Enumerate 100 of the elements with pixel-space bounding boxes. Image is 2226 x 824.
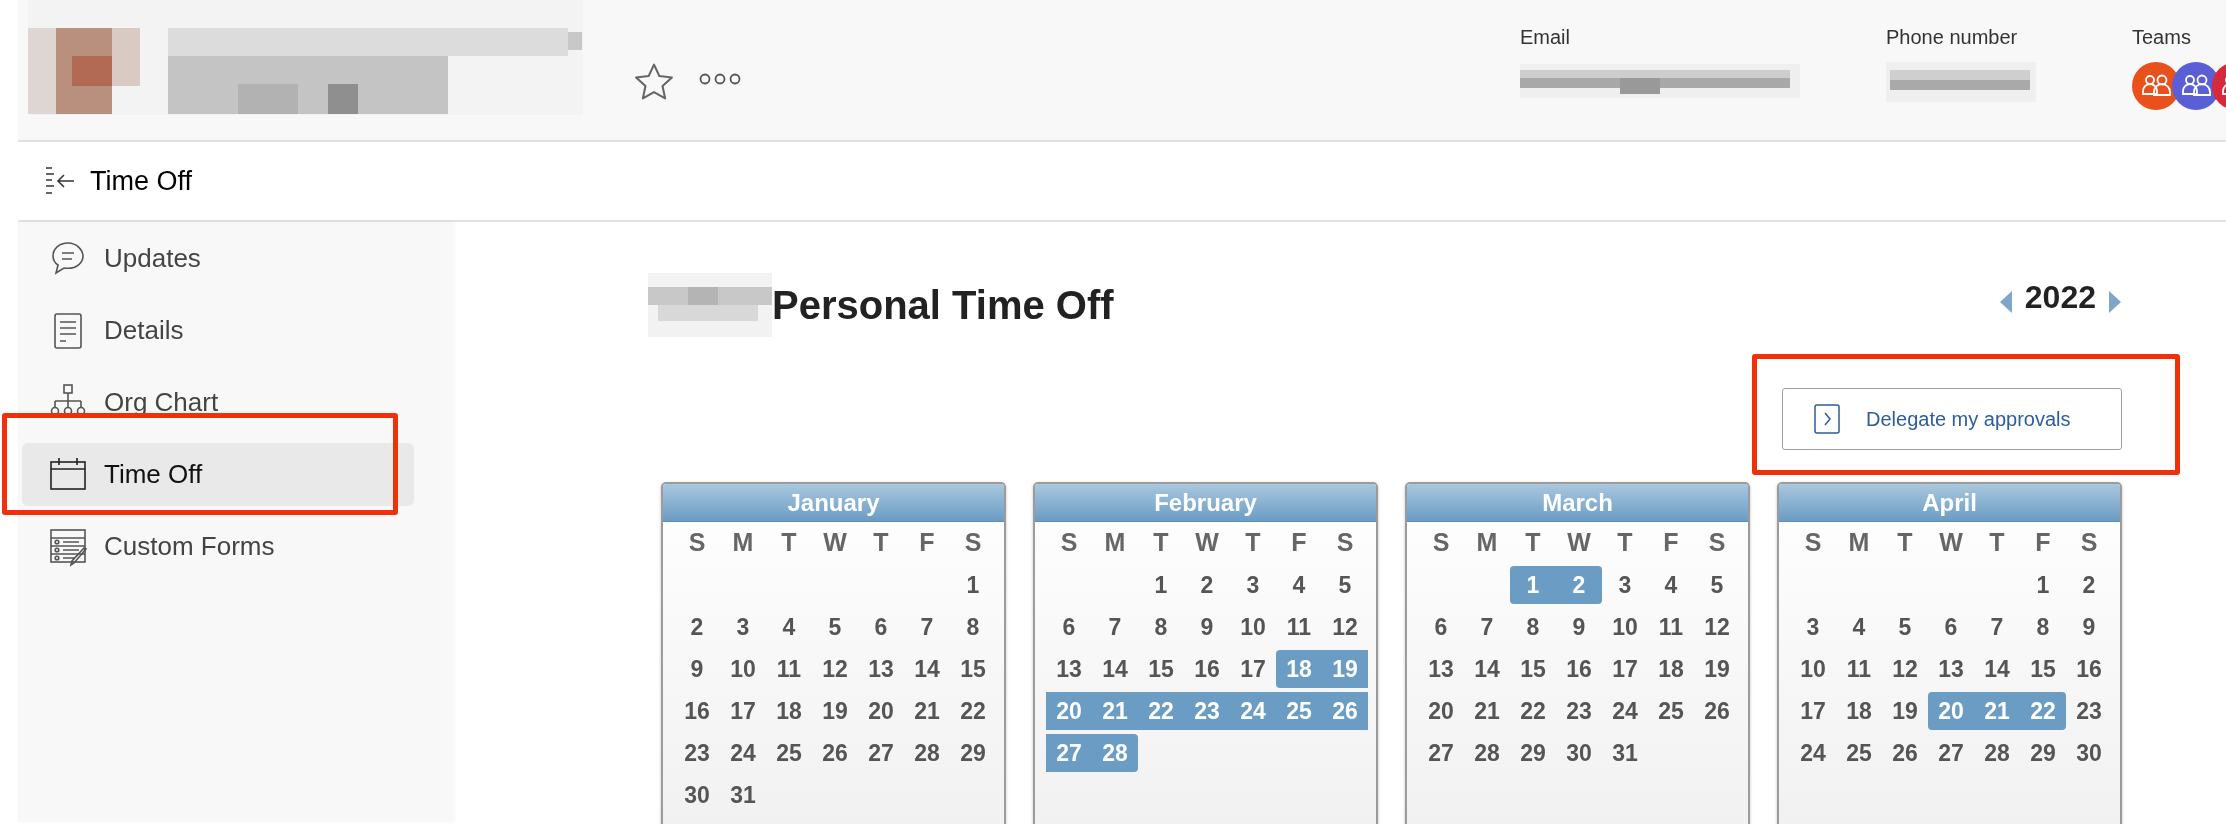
- calendar-day[interactable]: 14: [1974, 650, 2020, 688]
- calendar-day[interactable]: 29: [950, 734, 996, 772]
- calendar-day[interactable]: 13: [1928, 650, 1974, 688]
- calendar-day[interactable]: 4: [1276, 566, 1322, 604]
- calendar-day[interactable]: 5: [1882, 608, 1928, 646]
- calendar-day[interactable]: 7: [1464, 608, 1510, 646]
- calendar-day[interactable]: 10: [1602, 608, 1648, 646]
- calendar-day[interactable]: 7: [1092, 608, 1138, 646]
- calendar-day[interactable]: 12: [1694, 608, 1740, 646]
- calendar-day[interactable]: 1: [1138, 566, 1184, 604]
- calendar-day[interactable]: 19: [1882, 692, 1928, 730]
- calendar-day[interactable]: 28: [904, 734, 950, 772]
- calendar-day[interactable]: 18: [1648, 650, 1694, 688]
- calendar-day[interactable]: 8: [950, 608, 996, 646]
- calendar-day[interactable]: 30: [2066, 734, 2112, 772]
- calendar-day[interactable]: 5: [1694, 566, 1740, 604]
- calendar-day[interactable]: 9: [1184, 608, 1230, 646]
- calendar-day[interactable]: 16: [1184, 650, 1230, 688]
- calendar-day[interactable]: 28: [1974, 734, 2020, 772]
- calendar-day[interactable]: 6: [1418, 608, 1464, 646]
- calendar-day[interactable]: 11: [766, 650, 812, 688]
- calendar-day[interactable]: 17: [1790, 692, 1836, 730]
- calendar-day[interactable]: 7: [1974, 608, 2020, 646]
- collapse-sidebar-icon[interactable]: [44, 166, 76, 196]
- calendar-day[interactable]: 8: [1510, 608, 1556, 646]
- calendar-day[interactable]: 3: [1230, 566, 1276, 604]
- calendar-day[interactable]: 17: [1230, 650, 1276, 688]
- calendar-day[interactable]: 11: [1836, 650, 1882, 688]
- calendar-day[interactable]: 15: [950, 650, 996, 688]
- calendar-day[interactable]: 18: [1836, 692, 1882, 730]
- calendar-day[interactable]: 8: [2020, 608, 2066, 646]
- calendar-day[interactable]: 16: [674, 692, 720, 730]
- calendar-day[interactable]: 1: [950, 566, 996, 604]
- calendar-day[interactable]: 30: [674, 776, 720, 814]
- calendar-day[interactable]: 10: [720, 650, 766, 688]
- calendar-day[interactable]: 6: [1046, 608, 1092, 646]
- calendar-day[interactable]: 9: [674, 650, 720, 688]
- sidebar-item[interactable]: Details: [22, 299, 414, 362]
- calendar-day[interactable]: 30: [1556, 734, 1602, 772]
- sidebar-item[interactable]: Updates: [22, 227, 414, 290]
- calendar-day[interactable]: 12: [812, 650, 858, 688]
- calendar-day[interactable]: 20: [1418, 692, 1464, 730]
- calendar-day[interactable]: 17: [720, 692, 766, 730]
- calendar-day[interactable]: 11: [1276, 608, 1322, 646]
- calendar-day[interactable]: 25: [1648, 692, 1694, 730]
- calendar-day[interactable]: 29: [1510, 734, 1556, 772]
- calendar-day[interactable]: 3: [720, 608, 766, 646]
- calendar-day[interactable]: 2: [2066, 566, 2112, 604]
- calendar-day[interactable]: 4: [766, 608, 812, 646]
- calendar-day[interactable]: 28: [1464, 734, 1510, 772]
- calendar-day[interactable]: 13: [1418, 650, 1464, 688]
- calendar-day[interactable]: 9: [2066, 608, 2112, 646]
- calendar-day[interactable]: 3: [1602, 566, 1648, 604]
- calendar-day[interactable]: 13: [1046, 650, 1092, 688]
- calendar-day[interactable]: 18: [766, 692, 812, 730]
- next-year-icon[interactable]: [2108, 290, 2122, 314]
- calendar-day[interactable]: 27: [1928, 734, 1974, 772]
- calendar-day[interactable]: 12: [1322, 608, 1368, 646]
- calendar-day[interactable]: 10: [1230, 608, 1276, 646]
- calendar-day[interactable]: 9: [1556, 608, 1602, 646]
- calendar-day[interactable]: 23: [674, 734, 720, 772]
- calendar-day[interactable]: 23: [1556, 692, 1602, 730]
- calendar-day[interactable]: 24: [1790, 734, 1836, 772]
- calendar-day[interactable]: 24: [1602, 692, 1648, 730]
- calendar-day[interactable]: 31: [720, 776, 766, 814]
- calendar-day[interactable]: 21: [1464, 692, 1510, 730]
- calendar-day[interactable]: 26: [1694, 692, 1740, 730]
- calendar-day[interactable]: 22: [950, 692, 996, 730]
- calendar-day[interactable]: 21: [904, 692, 950, 730]
- calendar-day[interactable]: 4: [1648, 566, 1694, 604]
- calendar-day[interactable]: 23: [2066, 692, 2112, 730]
- calendar-day[interactable]: 26: [812, 734, 858, 772]
- delegate-button[interactable]: Delegate my approvals: [1782, 388, 2122, 450]
- calendar-day[interactable]: 19: [1694, 650, 1740, 688]
- calendar-day[interactable]: 5: [812, 608, 858, 646]
- star-icon[interactable]: [633, 62, 675, 102]
- calendar-day[interactable]: 3: [1790, 608, 1836, 646]
- calendar-day[interactable]: 4: [1836, 608, 1882, 646]
- calendar-day[interactable]: 26: [1882, 734, 1928, 772]
- calendar-day[interactable]: 13: [858, 650, 904, 688]
- calendar-day[interactable]: 25: [1836, 734, 1882, 772]
- calendar-day[interactable]: 14: [904, 650, 950, 688]
- calendar-day[interactable]: 10: [1790, 650, 1836, 688]
- calendar-day[interactable]: 24: [720, 734, 766, 772]
- calendar-day[interactable]: 8: [1138, 608, 1184, 646]
- calendar-day[interactable]: 16: [2066, 650, 2112, 688]
- calendar-day[interactable]: 14: [1464, 650, 1510, 688]
- calendar-day[interactable]: 15: [2020, 650, 2066, 688]
- calendar-day[interactable]: 15: [1510, 650, 1556, 688]
- calendar-day[interactable]: 25: [766, 734, 812, 772]
- calendar-day[interactable]: 27: [1418, 734, 1464, 772]
- more-icon[interactable]: [699, 72, 741, 86]
- calendar-day[interactable]: 11: [1648, 608, 1694, 646]
- calendar-day[interactable]: 12: [1882, 650, 1928, 688]
- calendar-day[interactable]: 15: [1138, 650, 1184, 688]
- calendar-day[interactable]: 19: [812, 692, 858, 730]
- sidebar-item[interactable]: Time Off: [22, 443, 414, 506]
- calendar-day[interactable]: 2: [674, 608, 720, 646]
- calendar-day[interactable]: 5: [1322, 566, 1368, 604]
- calendar-day[interactable]: 1: [2020, 566, 2066, 604]
